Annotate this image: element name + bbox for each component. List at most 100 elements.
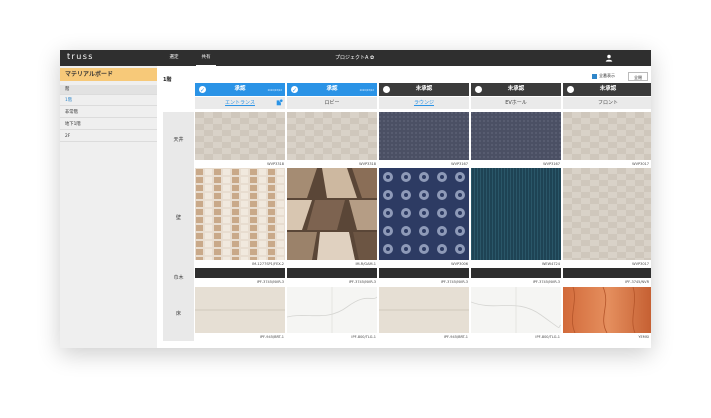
stone-texture-icon bbox=[379, 287, 469, 333]
check-circle-icon bbox=[291, 84, 298, 97]
ceiling-code: WVP3167 bbox=[451, 162, 468, 166]
sidebar-item-1f[interactable]: 1階 bbox=[60, 96, 157, 106]
status-label: 未承認 bbox=[415, 86, 433, 92]
app-window: truss 選定 共有 プロジェクトA ✿ マテリアルボード 階 1階 非常階 … bbox=[60, 50, 651, 348]
floor-code: YEMSI bbox=[638, 335, 649, 339]
ceiling-swatch[interactable] bbox=[195, 112, 285, 160]
show-all-label: 全番表示 bbox=[599, 73, 615, 78]
status-label: 未承認 bbox=[507, 86, 525, 92]
floor-swatch[interactable] bbox=[470, 287, 562, 333]
floor-code: IPF-800/TLG-1 bbox=[351, 335, 376, 339]
collapse-all-button[interactable]: 全閉 bbox=[628, 72, 648, 81]
fabric-texture-icon bbox=[195, 112, 285, 160]
marble-texture-icon bbox=[470, 287, 562, 333]
floor-code: IPF-945/BRT-1 bbox=[443, 335, 468, 339]
approval-status[interactable]: 承認 2020/03/22 bbox=[287, 83, 377, 97]
pending-circle-icon bbox=[383, 86, 390, 93]
status-label: 承認 bbox=[234, 86, 246, 92]
wall-swatch[interactable] bbox=[471, 168, 561, 260]
baseboard-code: IPF-3745/NVR-3 bbox=[348, 280, 376, 284]
baseboard-code: IPF-3745/NVR-3 bbox=[256, 280, 284, 284]
sidebar-item-2f[interactable]: 2F bbox=[60, 132, 157, 142]
ceiling-swatch[interactable] bbox=[563, 112, 651, 160]
baseboard-swatch[interactable] bbox=[287, 268, 377, 278]
fabric-texture-icon bbox=[471, 112, 561, 160]
edit-badge-icon[interactable] bbox=[276, 99, 283, 106]
sidebar-item-emergency[interactable]: 非常階 bbox=[60, 108, 157, 118]
floor-code: IPF-800/TLG-1 bbox=[535, 335, 560, 339]
ceiling-code: WVP3318 bbox=[267, 162, 284, 166]
app-logo: truss bbox=[67, 52, 94, 61]
wall-code: WEW4724 bbox=[541, 262, 560, 266]
pending-circle-icon bbox=[567, 86, 574, 93]
wall-swatch[interactable] bbox=[563, 168, 651, 260]
wall-code: IM-R/GAM-1 bbox=[355, 262, 376, 266]
fabric-texture-icon bbox=[563, 168, 651, 260]
checkbox-icon[interactable] bbox=[592, 73, 597, 79]
room-name[interactable]: EVホール bbox=[471, 97, 561, 109]
approval-status[interactable]: 承認 2020/03/22 bbox=[195, 83, 285, 97]
baseboard-code: IPF-3745/NVR-3 bbox=[440, 280, 468, 284]
room-column-lobby: 承認 2020/03/22 ロビー WVP3318 IM-R/GAM-1 IPF… bbox=[286, 83, 378, 348]
wall-code: IM-1277SP1/FEX-2 bbox=[252, 262, 284, 266]
floor-swatch[interactable] bbox=[563, 286, 651, 334]
row-label-baseboard: 巾木 bbox=[163, 268, 194, 288]
wall-swatch[interactable] bbox=[287, 168, 377, 260]
sidebar-title: マテリアルボード bbox=[60, 68, 157, 81]
approval-status[interactable]: 未承認 bbox=[471, 83, 561, 96]
woven-texture-icon bbox=[471, 168, 561, 260]
baseboard-code: IPF-3745/NVR bbox=[625, 280, 649, 284]
sidebar: マテリアルボード 階 1階 非常階 地下1階 2F bbox=[60, 66, 157, 348]
row-label-ceiling: 天井 bbox=[163, 112, 194, 169]
approval-status[interactable]: 未承認 bbox=[379, 83, 469, 96]
room-column-front: 未承認 フロント WVP3017 WVP3017 IPF-3745/NVR YE… bbox=[563, 83, 651, 348]
status-label: 未承認 bbox=[599, 86, 617, 92]
wall-code: WVP3006 bbox=[451, 262, 468, 266]
floor-title: 1階 bbox=[163, 77, 172, 83]
room-name-link[interactable]: エントランス bbox=[195, 97, 285, 109]
sidebar-item-floor-header: 階 bbox=[60, 85, 157, 95]
sidebar-item-b1[interactable]: 地下1階 bbox=[60, 120, 157, 130]
row-label-wall: 壁 bbox=[163, 169, 194, 268]
baseboard-swatch[interactable] bbox=[563, 268, 651, 278]
project-selector[interactable]: プロジェクトA ✿ bbox=[335, 50, 374, 66]
ceiling-code: WVP3167 bbox=[543, 162, 560, 166]
user-icon[interactable] bbox=[605, 54, 613, 62]
stone-texture-icon bbox=[195, 287, 285, 333]
top-bar: truss 選定 共有 プロジェクトA ✿ bbox=[60, 50, 651, 66]
status-date: 2020/03/22 bbox=[267, 89, 282, 92]
tab-share[interactable]: 共有 bbox=[196, 50, 216, 66]
wood-texture-icon bbox=[563, 286, 651, 334]
status-date: 2020/03/22 bbox=[359, 89, 374, 92]
wall-swatch[interactable] bbox=[195, 168, 285, 260]
room-name[interactable]: ロビー bbox=[287, 97, 377, 109]
approval-status[interactable]: 未承認 bbox=[563, 83, 651, 96]
baseboard-swatch[interactable] bbox=[379, 268, 469, 278]
baseboard-swatch[interactable] bbox=[195, 268, 285, 278]
room-name-link[interactable]: ラウンジ bbox=[379, 97, 469, 109]
floor-swatch[interactable] bbox=[195, 287, 285, 333]
baseboard-code: IPF-3745/NVR-3 bbox=[532, 280, 560, 284]
marble-texture-icon bbox=[286, 287, 378, 333]
ceiling-swatch[interactable] bbox=[379, 112, 469, 160]
baseboard-swatch[interactable] bbox=[471, 268, 561, 278]
shibori-pattern-icon bbox=[379, 168, 469, 260]
tab-select[interactable]: 選定 bbox=[168, 50, 180, 66]
ceiling-swatch[interactable] bbox=[287, 112, 377, 160]
ceiling-code: WVP3318 bbox=[359, 162, 376, 166]
mosaic-tile-icon bbox=[195, 168, 285, 260]
room-name[interactable]: フロント bbox=[563, 97, 651, 109]
pending-circle-icon bbox=[475, 86, 482, 93]
room-column-ev-hall: 未承認 EVホール WVP3167 WEW4724 IPF-3745/NVR-3… bbox=[470, 83, 562, 348]
ceiling-swatch[interactable] bbox=[471, 112, 561, 160]
fabric-texture-icon bbox=[287, 112, 377, 160]
wall-swatch[interactable] bbox=[379, 168, 469, 260]
floor-code: IPF-945/BRT-1 bbox=[259, 335, 284, 339]
wall-code: WVP3017 bbox=[632, 262, 649, 266]
floor-swatch[interactable] bbox=[379, 287, 469, 333]
row-label-floor: 床 bbox=[163, 288, 194, 341]
fabric-texture-icon bbox=[379, 112, 469, 160]
room-column-lounge: 未承認 ラウンジ WVP3167 WVP3006 IPF-3745/NVR-3 … bbox=[379, 83, 469, 348]
show-all-toggle[interactable]: 全番表示 bbox=[592, 73, 615, 79]
floor-swatch[interactable] bbox=[286, 287, 378, 333]
